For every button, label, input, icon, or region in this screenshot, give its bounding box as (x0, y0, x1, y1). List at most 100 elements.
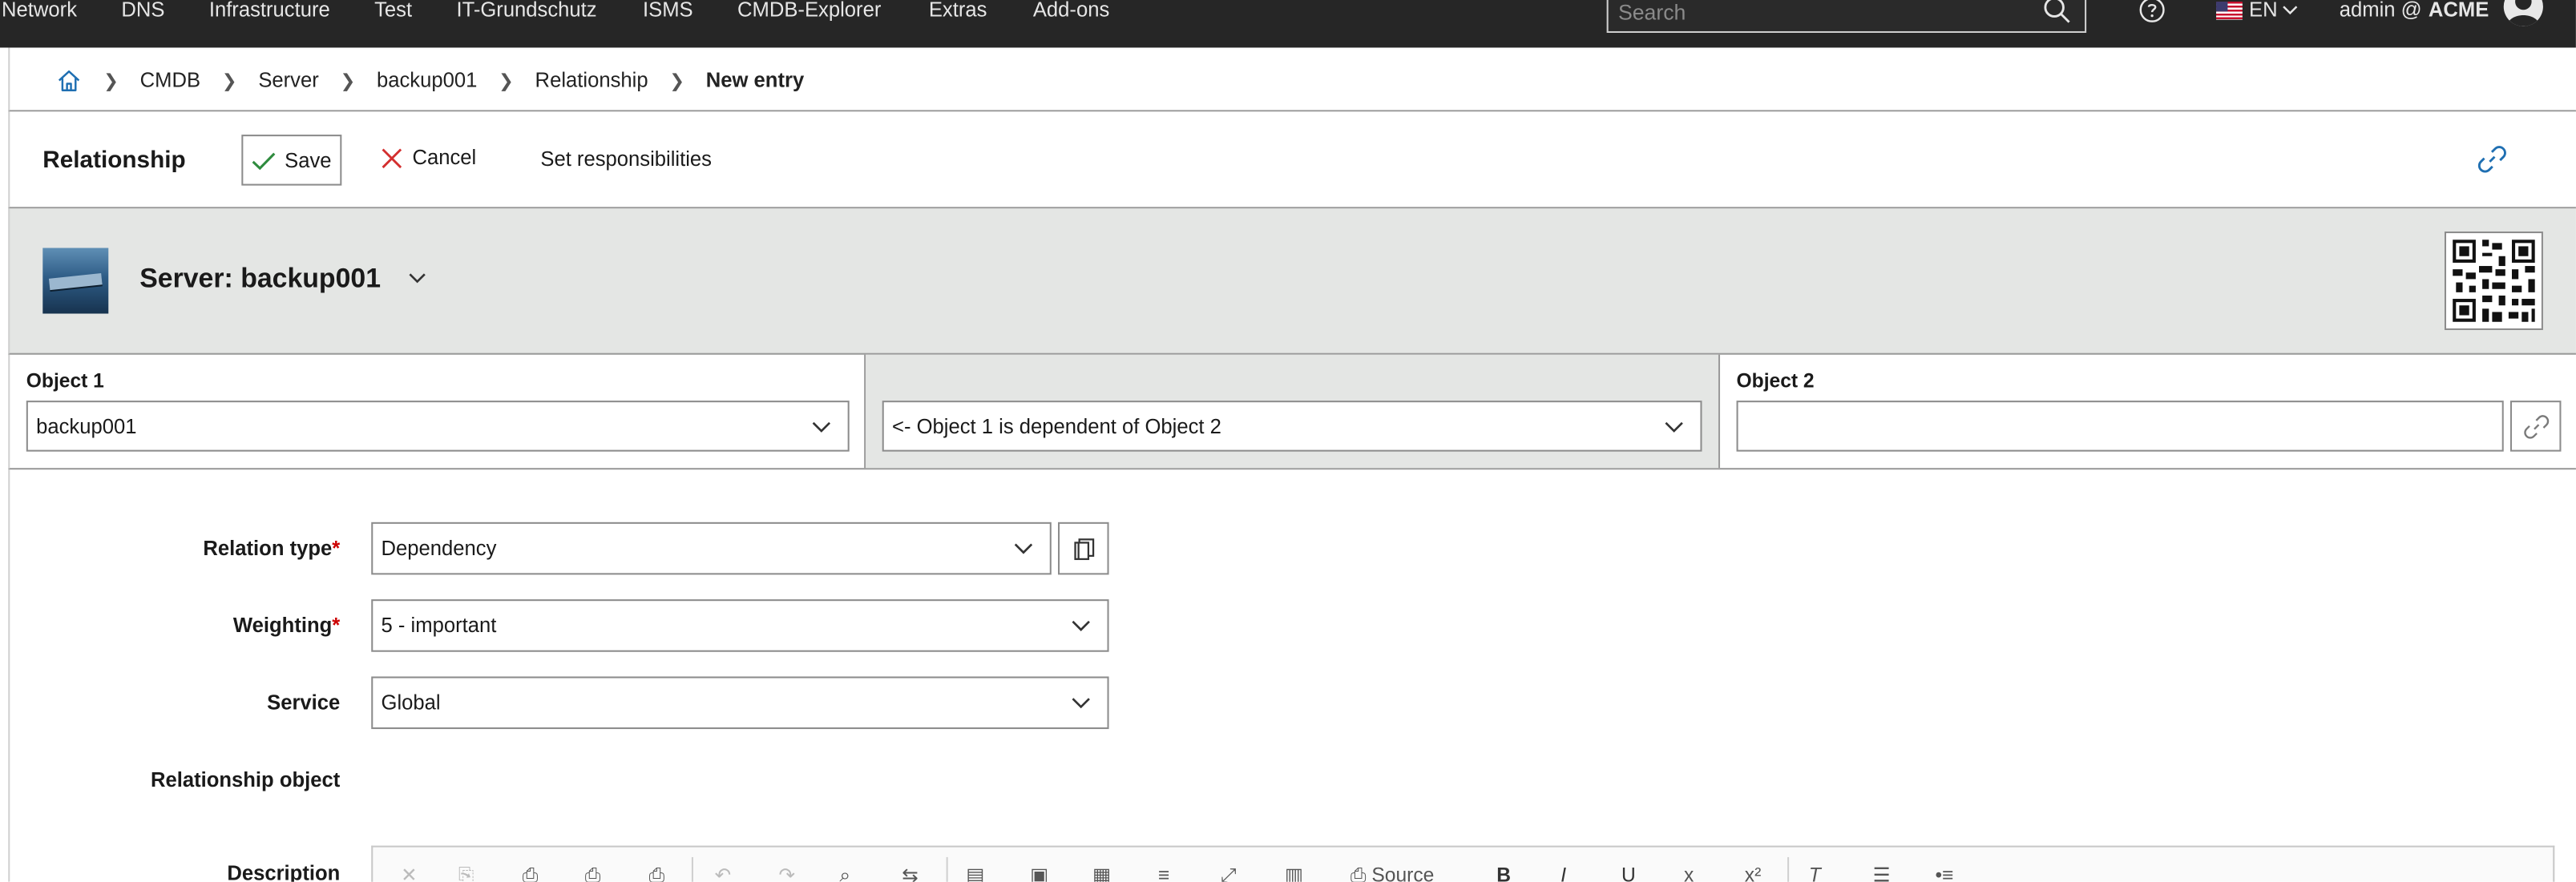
weighting-select[interactable]: 5 - important (371, 599, 1109, 652)
link-icon (2523, 414, 2549, 438)
find-icon[interactable]: ⌕ (839, 864, 850, 882)
copy-icon[interactable]: ⎘ (458, 864, 474, 882)
weighting-label-text: Weighting (232, 614, 333, 638)
object2-field[interactable] (1736, 401, 2504, 452)
object1-label: Object 1 (26, 369, 104, 393)
chevron-down-icon (1014, 543, 1033, 554)
language-selector[interactable]: EN (2216, 0, 2299, 23)
direction-select[interactable]: <- Object 1 is dependent of Object 2 (882, 401, 1702, 452)
server-image (42, 248, 109, 314)
breadcrumb-separator: ❯ (669, 71, 685, 91)
object2-label: Object 2 (1736, 369, 1815, 393)
menu-item-add-ons[interactable]: Add-ons (1033, 0, 1109, 23)
required-marker: * (332, 537, 341, 560)
home-icon[interactable] (56, 67, 83, 94)
chevron-down-icon (1072, 698, 1090, 709)
relation-type-label-text: Relation type (203, 537, 333, 560)
link-icon[interactable] (2477, 144, 2507, 174)
replace-icon[interactable]: ⇆ (902, 864, 919, 882)
subscript-icon[interactable]: x (1684, 864, 1694, 882)
breadcrumb-separator: ❯ (499, 71, 514, 91)
menu-item-test[interactable]: Test (374, 0, 412, 23)
save-label: Save (285, 148, 332, 172)
bulleted-list-icon[interactable]: •≡ (1936, 864, 1954, 882)
object2-column: Object 2 (1720, 355, 2576, 468)
search-icon[interactable] (2042, 0, 2072, 25)
relation-type-select[interactable]: Dependency (371, 522, 1052, 575)
table-icon[interactable]: ▦ (1092, 864, 1111, 882)
breadcrumb-item-object[interactable]: backup001 (377, 69, 477, 92)
object-browser-button[interactable] (2509, 401, 2562, 452)
tenant-name: ACME (2428, 0, 2489, 22)
app-root: Network DNS Infrastructure Test IT-Grund… (0, 0, 2576, 882)
relation-type-value: Dependency (381, 537, 497, 560)
direction-column: <- Object 1 is dependent of Object 2 (866, 354, 1721, 469)
horizontal-line-icon[interactable]: ≡ (1158, 864, 1169, 882)
breadcrumb: ❯ CMDB ❯ Server ❯ backup001 ❯ Relationsh… (56, 67, 805, 94)
redo-icon[interactable]: ↷ (779, 864, 796, 882)
object1-value: backup001 (36, 415, 137, 439)
qr-code-icon (2453, 240, 2535, 322)
numbered-list-icon[interactable]: ☰ (1873, 864, 1891, 882)
menu-item-dns[interactable]: DNS (121, 0, 164, 23)
cut-icon[interactable]: ✕ (401, 864, 418, 882)
search-input[interactable] (1617, 0, 2029, 26)
breadcrumb-item-server[interactable]: Server (258, 69, 318, 92)
object1-column: Object 1 backup001 (10, 354, 866, 469)
paste-word-icon[interactable]: ⎙ (649, 864, 665, 882)
object1-select[interactable]: backup001 (26, 401, 850, 452)
relation-type-label: Relation type* (203, 537, 340, 560)
action-toolbar: Relationship Save Cancel Set responsibil… (8, 111, 2576, 209)
description-editor-toolbar: ✕ ⎘ ⎙ ⎙ ⎙ ↶ ↷ ⌕ ⇆ ▤ ▣ ▦ ≡ ⤢ ▥ ⎙ Source B… (371, 845, 2555, 882)
breadcrumb-separator: ❯ (221, 71, 237, 91)
service-label: Service (267, 691, 341, 715)
undo-icon[interactable]: ↶ (715, 864, 732, 882)
set-responsibilities-button[interactable]: Set responsibilities (540, 147, 712, 171)
superscript-icon[interactable]: x² (1745, 864, 1761, 882)
chevron-down-icon (2283, 6, 2299, 15)
show-blocks-icon[interactable]: ▥ (1285, 864, 1303, 882)
breadcrumb-item-current: New entry (705, 69, 805, 92)
breadcrumb-item-relationship[interactable]: Relationship (535, 69, 648, 92)
breadcrumb-item-cmdb[interactable]: CMDB (140, 69, 200, 92)
menu-item-cmdb-explorer[interactable]: CMDB-Explorer (737, 0, 881, 23)
menu-item-extras[interactable]: Extras (929, 0, 987, 23)
bold-icon[interactable]: B (1496, 864, 1511, 882)
breadcrumb-separator: ❯ (103, 71, 119, 91)
cancel-button[interactable]: Cancel (382, 146, 477, 170)
underline-icon[interactable]: U (1621, 864, 1636, 882)
close-icon (382, 147, 402, 168)
breadcrumb-separator: ❯ (340, 71, 356, 91)
maximize-icon[interactable]: ⤢ (1221, 864, 1237, 882)
paste-text-icon[interactable]: ⎙ (585, 864, 601, 882)
help-icon[interactable] (2139, 0, 2166, 23)
source-label: Source (1371, 864, 1435, 882)
form-icon[interactable]: ▤ (966, 864, 984, 882)
object-header: Server: backup001 (8, 208, 2576, 355)
relation-type-dialog-button[interactable] (1058, 522, 1109, 575)
cancel-label: Cancel (412, 146, 477, 170)
menu-item-isms[interactable]: ISMS (643, 0, 693, 23)
avatar[interactable] (2503, 0, 2543, 26)
italic-icon[interactable]: I (1561, 864, 1566, 882)
service-select[interactable]: Global (371, 676, 1109, 730)
chevron-down-icon[interactable] (407, 271, 427, 285)
qr-code[interactable] (2444, 232, 2543, 330)
paste-icon[interactable]: ⎙ (523, 864, 539, 882)
menu-item-network[interactable]: Network (2, 0, 77, 23)
user-menu[interactable]: admin @ ACME (2340, 0, 2489, 20)
image-icon[interactable]: ▣ (1030, 864, 1048, 882)
required-marker: * (332, 614, 341, 638)
checkmark-icon (252, 151, 276, 170)
save-button[interactable]: Save (241, 135, 342, 186)
toolbar-separator (1787, 856, 1790, 882)
breadcrumb-bar: ❯ CMDB ❯ Server ❯ backup001 ❯ Relationsh… (8, 47, 2576, 112)
copy-icon (1073, 538, 1094, 561)
menu-item-infrastructure[interactable]: Infrastructure (209, 0, 330, 23)
relationship-objects: Object 1 backup001 <- Object 1 is depend… (8, 354, 2576, 470)
service-value: Global (381, 691, 441, 715)
remove-format-icon[interactable]: T (1809, 864, 1821, 882)
menu-item-it-grundschutz[interactable]: IT-Grundschutz (456, 0, 596, 23)
direction-value: <- Object 1 is dependent of Object 2 (891, 415, 1221, 439)
source-button[interactable]: ⎙ Source (1351, 864, 1434, 882)
